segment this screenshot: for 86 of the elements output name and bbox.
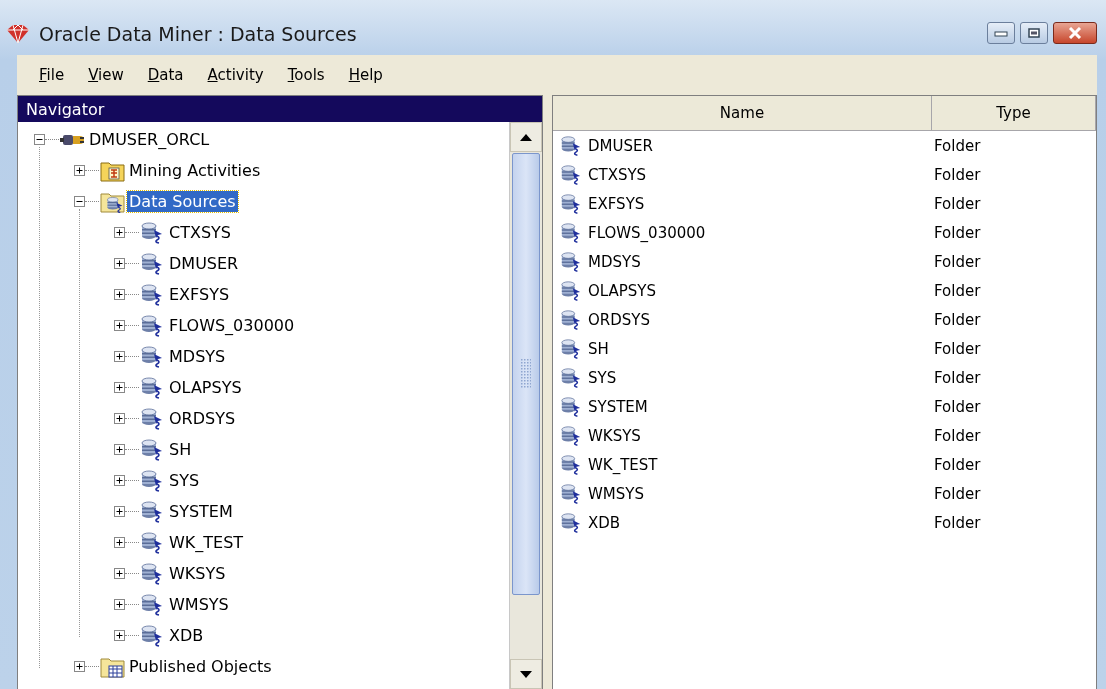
expand-toggle[interactable] — [114, 599, 125, 610]
scroll-up-button[interactable] — [510, 122, 542, 152]
table-cell: CTXSYS — [588, 165, 647, 184]
expand-toggle[interactable] — [114, 382, 125, 393]
scrollbar-thumb[interactable] — [512, 153, 540, 595]
expand-toggle[interactable] — [114, 475, 125, 486]
table-cell: ORDSYS — [588, 310, 650, 329]
menu-item[interactable]: File — [27, 66, 77, 84]
table-cell: SYSTEM — [588, 397, 648, 416]
close-icon — [1068, 26, 1082, 39]
table-cell-text: Folder — [933, 340, 981, 358]
window-title: Oracle Data Miner : Data Sources — [39, 21, 358, 45]
expand-toggle[interactable] — [114, 227, 125, 238]
menu-item[interactable]: Data — [135, 66, 196, 84]
column-header[interactable]: Type — [932, 96, 1096, 130]
table-cell-text: Folder — [933, 311, 981, 329]
table-cell-text: Folder — [933, 224, 981, 242]
tree-item[interactable]: EXFSYS — [167, 284, 232, 305]
triangle-up-icon — [520, 133, 532, 141]
menu-item[interactable]: Tools — [275, 66, 337, 84]
table-cell-text: Folder — [933, 137, 981, 155]
column-header[interactable]: Name — [553, 96, 932, 130]
collapse-toggle[interactable] — [34, 134, 45, 145]
tree-item[interactable]: Data Sources — [127, 191, 238, 212]
expand-toggle[interactable] — [114, 444, 125, 455]
tree-item[interactable]: Mining Activities — [127, 160, 263, 181]
expand-toggle[interactable] — [114, 630, 125, 641]
menu-item[interactable]: Activity — [195, 66, 276, 84]
table-cell: WKSYS — [588, 426, 641, 445]
maximize-icon — [1028, 27, 1040, 38]
minimize-button[interactable] — [987, 21, 1015, 44]
menu-item[interactable]: Help — [336, 66, 395, 84]
tree-item[interactable]: DMUSER_ORCL — [87, 129, 212, 150]
expand-toggle[interactable] — [114, 568, 125, 579]
table-cell: SH — [588, 339, 609, 358]
tree-item[interactable]: SYS — [167, 470, 202, 491]
expand-toggle[interactable] — [114, 258, 125, 269]
table-cell: EXFSYS — [588, 194, 645, 213]
expand-toggle[interactable] — [114, 413, 125, 424]
tree-item[interactable]: SYSTEM — [167, 501, 235, 522]
table-cell: SYS — [588, 368, 617, 387]
table-cell: WMSYS — [588, 484, 644, 503]
table-cell: XDB — [588, 513, 621, 532]
tree-item[interactable]: ORDSYS — [167, 408, 238, 429]
table-cell-text: Folder — [933, 195, 981, 213]
tree-item[interactable]: WKSYS — [167, 563, 228, 584]
expand-toggle[interactable] — [114, 351, 125, 362]
app-logo-icon — [5, 23, 31, 44]
table-cell-text: Folder — [933, 282, 981, 300]
table-cell: MDSYS — [588, 252, 641, 271]
tree-item[interactable]: DMUSER — [167, 253, 241, 274]
table-cell: FLOWS_030000 — [588, 223, 706, 242]
tree-item[interactable]: MDSYS — [167, 346, 228, 367]
panel-title: Navigator — [18, 96, 542, 122]
tree-item[interactable]: CTXSYS — [167, 222, 233, 243]
table-cell-text: Folder — [933, 485, 981, 503]
expand-toggle[interactable] — [114, 320, 125, 331]
table-cell-text: Folder — [933, 369, 981, 387]
tree-item[interactable]: WMSYS — [167, 594, 231, 615]
table-cell-text: Folder — [933, 253, 981, 271]
tree-item[interactable]: OLAPSYS — [167, 377, 244, 398]
expand-toggle[interactable] — [114, 537, 125, 548]
table-cell: OLAPSYS — [588, 281, 657, 300]
maximize-button[interactable] — [1020, 21, 1048, 44]
scroll-down-button[interactable] — [510, 659, 542, 689]
collapse-toggle[interactable] — [74, 196, 85, 207]
close-button[interactable] — [1053, 21, 1097, 44]
tree-item[interactable]: Published Objects — [127, 656, 274, 677]
tree-item[interactable]: WK_TEST — [167, 532, 246, 553]
table-cell-text: Folder — [933, 427, 981, 445]
table-cell-text: Folder — [933, 398, 981, 416]
minimize-icon — [994, 28, 1008, 37]
tree-item[interactable]: FLOWS_030000 — [167, 315, 297, 336]
expand-toggle[interactable] — [74, 165, 85, 176]
expand-toggle[interactable] — [114, 506, 125, 517]
table-cell-text: Folder — [933, 456, 981, 474]
table-cell: WK_TEST — [588, 455, 658, 474]
table-cell-text: Folder — [933, 166, 981, 184]
tree-item[interactable]: XDB — [167, 625, 206, 646]
expand-toggle[interactable] — [114, 289, 125, 300]
table-cell: DMUSER — [588, 136, 653, 155]
table-cell-text: Folder — [933, 514, 981, 532]
menu-item[interactable]: View — [76, 66, 136, 84]
triangle-down-icon — [520, 670, 532, 678]
expand-toggle[interactable] — [74, 661, 85, 672]
tree-item[interactable]: SH — [167, 439, 194, 460]
